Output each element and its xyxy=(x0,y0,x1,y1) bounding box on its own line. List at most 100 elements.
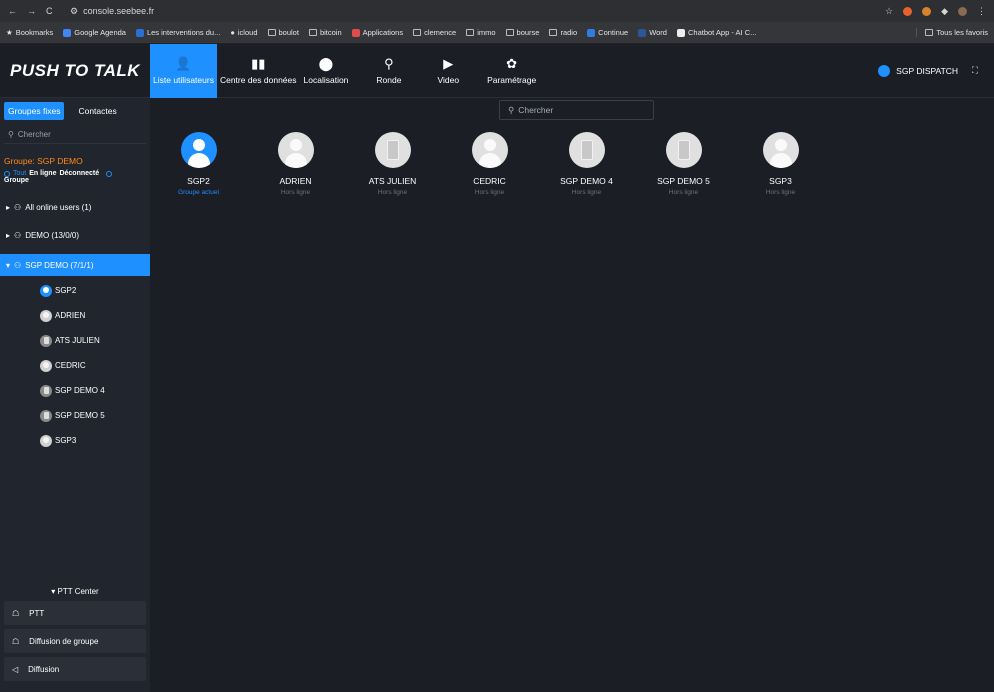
sidebar: Groupes fixes Contactes ⚲ Chercher Group… xyxy=(0,98,150,692)
sidebar-search-input[interactable]: ⚲ Chercher xyxy=(4,126,146,144)
user-card-sgp3[interactable]: SGP3 Hors ligne xyxy=(732,132,829,196)
url-text: console.seebee.fr xyxy=(83,6,155,16)
folder-icon xyxy=(505,29,514,36)
filter-online-label[interactable]: En ligne xyxy=(29,170,56,177)
folder-icon xyxy=(267,29,276,36)
ptt-center-toggle[interactable]: ▾ PTT Center xyxy=(0,587,150,596)
member-sgp2[interactable]: SGP2 xyxy=(0,278,150,303)
bookmark-folder[interactable]: boulot xyxy=(267,28,299,37)
filter-all-radio[interactable] xyxy=(4,170,10,177)
user-avatar-icon xyxy=(40,284,52,297)
extensions-icon[interactable]: ◆ xyxy=(941,6,948,17)
group-broadcast-button[interactable]: ☖ Diffusion de groupe xyxy=(4,629,146,653)
bookmark-item[interactable]: Les interventions du... xyxy=(135,28,220,37)
tab-user-list[interactable]: 👤 Liste utilisateurs xyxy=(150,43,217,98)
status-label: Hors ligne xyxy=(474,189,505,196)
patrol-icon: ⚲ xyxy=(384,55,394,71)
search-icon: ⚲ xyxy=(508,104,515,115)
folder-icon xyxy=(413,29,422,36)
broadcast-button[interactable]: ◁ Diffusion xyxy=(4,657,146,681)
bookmark-item[interactable]: Google Agenda xyxy=(63,28,126,37)
user-card-cedric[interactable]: CEDRIC Hors ligne xyxy=(441,132,538,196)
filter-offline-label[interactable]: Déconnecté xyxy=(59,170,99,177)
extension-icon[interactable] xyxy=(922,6,932,16)
radio-device-icon xyxy=(40,334,52,347)
filter-offline-radio[interactable] xyxy=(106,170,113,177)
tab-patrol[interactable]: ⚲ Ronde xyxy=(358,44,419,98)
tree-sgp-demo[interactable]: ▾ ⚇ SGP DEMO (7/1/1) xyxy=(0,254,150,276)
group-icon: ⚇ xyxy=(14,202,22,212)
ptt-icon: ☖ xyxy=(12,608,20,618)
user-card-sgp-demo-5[interactable]: SGP DEMO 5 Hors ligne xyxy=(635,132,732,196)
browser-nav: ← → C xyxy=(0,6,70,16)
site-icon xyxy=(587,28,596,37)
user-list-icon: 👤 xyxy=(175,55,192,71)
user-card-ats-julien[interactable]: ATS JULIEN Hors ligne xyxy=(344,132,441,196)
phone-device-icon xyxy=(40,409,52,422)
gear-icon: ✿ xyxy=(506,55,518,71)
member-cedric[interactable]: CEDRIC xyxy=(0,353,150,378)
status-label: Hors ligne xyxy=(280,189,311,196)
tab-fixed-groups[interactable]: Groupes fixes xyxy=(4,102,65,120)
user-card-adrien[interactable]: ADRIEN Hors ligne xyxy=(247,132,344,196)
tab-video[interactable]: ▶ Video xyxy=(419,44,477,98)
tree-demo[interactable]: ▸ ⚇ DEMO (13/0/0) xyxy=(0,224,150,246)
status-filters: Tout En ligne Déconnecté xyxy=(0,166,150,177)
bookmark-item[interactable]: Chatbot App - AI C... xyxy=(676,28,756,37)
member-ats-julien[interactable]: ATS JULIEN xyxy=(0,328,150,353)
word-icon xyxy=(638,28,647,37)
tab-data-center[interactable]: ▮▮ Centre des données xyxy=(217,44,300,98)
extension-icon[interactable] xyxy=(903,6,913,16)
status-label: Groupe actuel xyxy=(178,189,219,196)
user-menu[interactable]: SGP DISPATCH ⛶ xyxy=(878,64,994,77)
caret-down-icon: ▾ xyxy=(51,587,56,596)
menu-icon[interactable]: ⋮ xyxy=(977,6,986,17)
reload-icon[interactable]: C xyxy=(46,6,53,16)
bookmark-folder[interactable]: radio xyxy=(549,28,577,37)
bookmark-item[interactable]: Applications xyxy=(351,28,403,37)
phone-device-icon xyxy=(665,132,702,168)
all-bookmarks[interactable]: Tous les favoris xyxy=(916,28,994,37)
user-search-input[interactable]: ⚲ Chercher xyxy=(499,100,654,120)
bookmark-folder[interactable]: bourse xyxy=(505,28,539,37)
tree-all-online[interactable]: ▸ ⚇ All online users (1) xyxy=(0,196,150,218)
member-sgp-demo-4[interactable]: SGP DEMO 4 xyxy=(0,378,150,403)
filter-group-label: Groupe xyxy=(4,177,29,184)
bookmark-item[interactable]: ● icloud xyxy=(230,28,257,37)
bookmark-folder[interactable]: immo xyxy=(466,28,496,37)
status-label: Hors ligne xyxy=(377,189,408,196)
bookmark-folder[interactable]: clemence xyxy=(413,28,456,37)
user-avatar xyxy=(878,64,891,77)
bookmark-folder[interactable]: bitcoin xyxy=(308,28,342,37)
user-cards: SGP2 Groupe actuel ADRIEN Hors ligne ATS… xyxy=(150,132,829,196)
address-bar[interactable]: ⚙ console.seebee.fr xyxy=(70,6,154,17)
phone-device-icon xyxy=(568,132,605,168)
bookmark-item[interactable]: Word xyxy=(638,28,667,37)
filter-all-label[interactable]: Tout xyxy=(13,170,26,177)
bookmark-item[interactable]: ★ Bookmarks xyxy=(6,28,53,37)
apple-icon: ● xyxy=(230,28,235,37)
group-broadcast-icon: ☖ xyxy=(12,636,20,646)
site-info-icon[interactable]: ⚙ xyxy=(70,6,78,17)
profile-avatar[interactable] xyxy=(958,6,967,16)
folder-icon xyxy=(308,29,317,36)
bookmark-item[interactable]: Continue xyxy=(587,28,628,37)
folder-icon xyxy=(549,29,558,36)
fullscreen-icon[interactable]: ⛶ xyxy=(972,65,978,76)
member-sgp3[interactable]: SGP3 xyxy=(0,428,150,453)
star-icon[interactable]: ☆ xyxy=(885,6,893,17)
user-card-sgp-demo-4[interactable]: SGP DEMO 4 Hors ligne xyxy=(538,132,635,196)
ptt-button[interactable]: ☖ PTT xyxy=(4,601,146,625)
tab-settings[interactable]: ✿ Paramétrage xyxy=(477,44,546,98)
back-icon[interactable]: ← xyxy=(8,6,17,16)
main-content: ⚲ Chercher SGP2 Groupe actuel ADRIEN Hor… xyxy=(150,98,994,692)
tab-contacts[interactable]: Contactes xyxy=(68,102,120,120)
user-name: SGP DISPATCH xyxy=(896,65,959,76)
forward-icon[interactable]: → xyxy=(27,6,36,16)
member-adrien[interactable]: ADRIEN xyxy=(0,303,150,328)
member-sgp-demo-5[interactable]: SGP DEMO 5 xyxy=(0,403,150,428)
radio-device-icon xyxy=(374,132,411,168)
tab-location[interactable]: ⬤ Localisation xyxy=(300,44,359,98)
user-card-sgp2[interactable]: SGP2 Groupe actuel xyxy=(150,132,247,196)
app-logo: PUSH TO TALK xyxy=(10,60,141,80)
